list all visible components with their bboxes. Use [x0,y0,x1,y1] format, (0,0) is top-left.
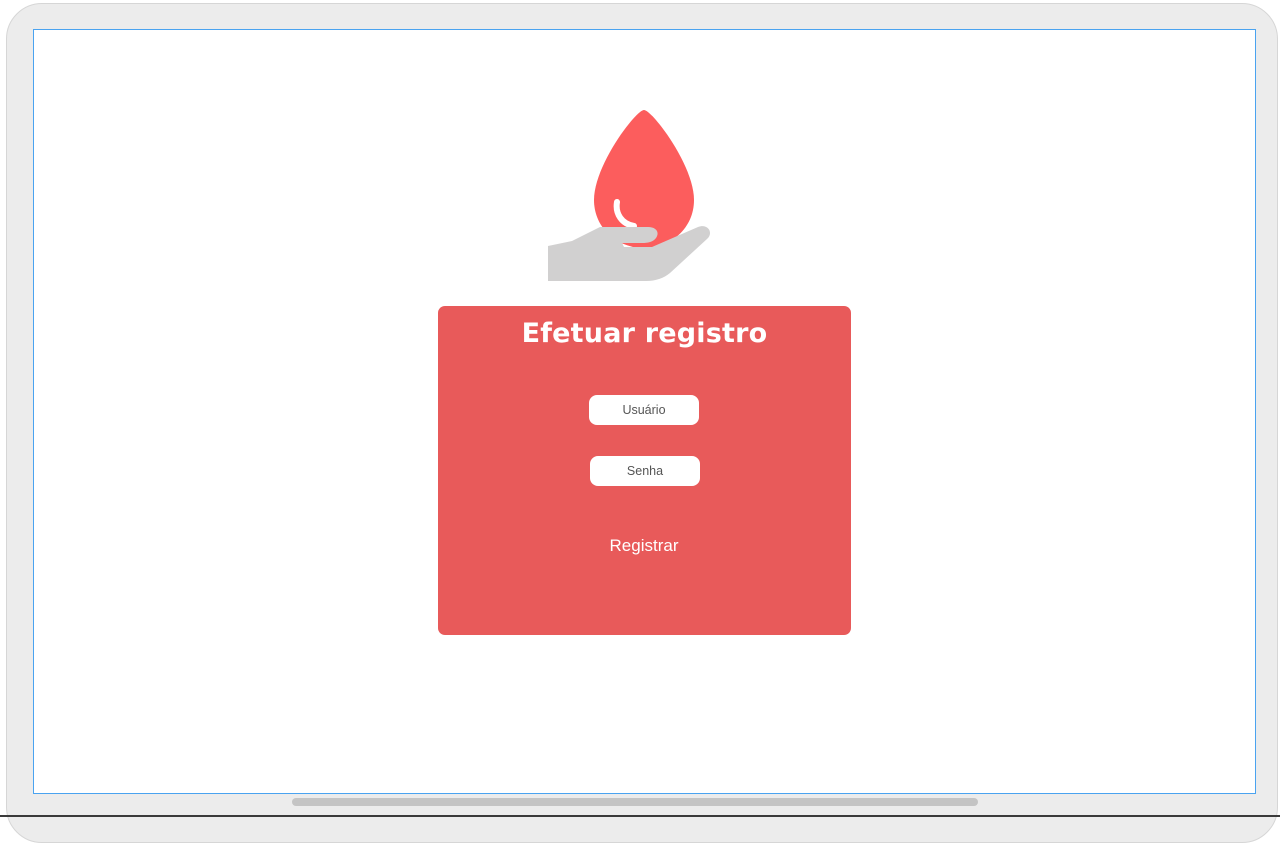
register-button[interactable]: Registrar [574,532,714,560]
username-input[interactable] [589,395,699,425]
register-form-card: Efetuar registro Registrar [438,306,851,635]
password-input[interactable] [590,456,700,486]
blood-drop-in-hand-icon [548,110,711,281]
horizontal-scrollbar[interactable] [292,798,978,806]
form-title: Efetuar registro [521,318,768,349]
hand-shape [548,226,711,281]
